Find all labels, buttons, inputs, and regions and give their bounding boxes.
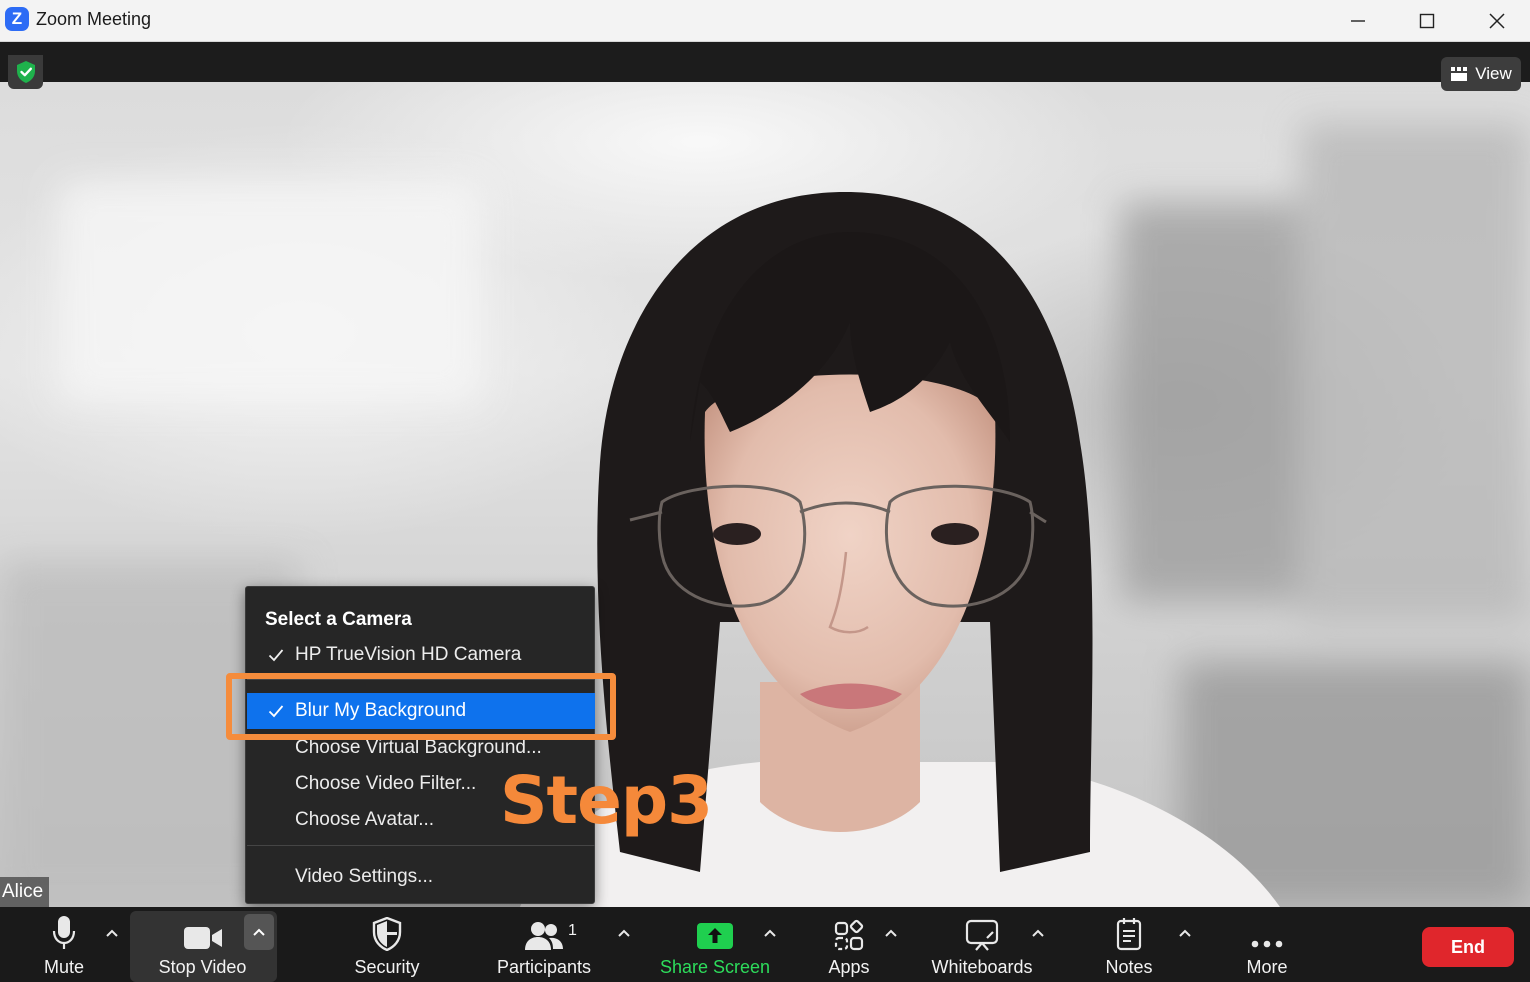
chevron-up-icon xyxy=(1032,929,1044,937)
menu-divider xyxy=(247,845,595,846)
share-screen-button[interactable]: Share Screen xyxy=(655,907,775,982)
security-shield-icon xyxy=(372,917,402,951)
meeting-header xyxy=(0,42,1530,82)
gallery-grid-icon xyxy=(1451,67,1468,81)
menu-item-camera[interactable]: HP TrueVision HD Camera xyxy=(247,637,595,673)
view-button[interactable]: View xyxy=(1441,57,1521,91)
menu-heading: Select a Camera xyxy=(265,609,412,630)
notes-button[interactable]: Notes xyxy=(1097,907,1161,982)
maximize-icon xyxy=(1419,13,1435,29)
stop-video-label: Stop Video xyxy=(158,957,247,977)
chevron-up-icon xyxy=(618,929,630,937)
stop-video-button[interactable]: Stop Video xyxy=(145,907,260,982)
participant-name-tag: Alice xyxy=(0,877,50,907)
menu-item-label: Choose Video Filter... xyxy=(295,773,477,794)
shield-check-icon xyxy=(16,61,35,83)
annotation-step-label: Step3 xyxy=(500,762,713,839)
close-icon xyxy=(1489,13,1505,29)
whiteboards-label: Whiteboards xyxy=(931,957,1033,977)
apps-label: Apps xyxy=(828,957,870,977)
share-options-caret[interactable] xyxy=(758,920,782,946)
more-dots-icon xyxy=(1251,940,1283,948)
more-button[interactable]: More xyxy=(1237,907,1297,982)
maximize-button[interactable] xyxy=(1392,0,1462,42)
participants-options-caret[interactable] xyxy=(612,920,636,946)
minimize-button[interactable] xyxy=(1323,0,1393,42)
chevron-up-icon xyxy=(885,929,897,937)
check-icon xyxy=(268,637,286,673)
chevron-up-icon xyxy=(764,929,776,937)
notes-icon xyxy=(1116,918,1142,951)
mute-button[interactable]: Mute xyxy=(26,907,102,982)
security-button[interactable]: Security xyxy=(345,907,429,982)
notes-label: Notes xyxy=(1105,957,1153,977)
menu-item-label: Choose Virtual Background... xyxy=(295,737,542,758)
chevron-up-icon xyxy=(253,928,265,936)
more-label: More xyxy=(1246,957,1288,977)
video-options-caret[interactable] xyxy=(244,914,274,950)
participants-icon xyxy=(525,922,563,950)
microphone-icon xyxy=(52,916,76,949)
menu-item-label: HP TrueVision HD Camera xyxy=(295,644,522,665)
mute-label: Mute xyxy=(43,957,85,977)
whiteboards-button[interactable]: Whiteboards xyxy=(923,907,1041,982)
chevron-up-icon xyxy=(1179,929,1191,937)
participants-label: Participants xyxy=(496,957,592,977)
menu-item-video-settings[interactable]: Video Settings... xyxy=(247,859,595,895)
zoom-app-icon: Z xyxy=(5,7,29,31)
whiteboards-options-caret[interactable] xyxy=(1026,920,1050,946)
title-bar: Z Zoom Meeting xyxy=(0,0,1530,42)
apps-options-caret[interactable] xyxy=(879,920,903,946)
notes-options-caret[interactable] xyxy=(1173,920,1197,946)
menu-item-label: Choose Avatar... xyxy=(295,809,435,830)
share-screen-label: Share Screen xyxy=(659,957,771,977)
video-feed xyxy=(0,82,1530,907)
minimize-icon xyxy=(1351,20,1365,22)
end-meeting-button[interactable]: End xyxy=(1422,927,1514,967)
camera-menu: Select a Camera HP TrueVision HD Camera … xyxy=(245,586,595,904)
zoom-window: Z Zoom Meeting View Alice Select a Camer… xyxy=(0,0,1530,982)
security-label: Security xyxy=(354,957,420,977)
annotation-highlight-box xyxy=(226,673,616,740)
encryption-badge[interactable] xyxy=(8,55,43,89)
view-label: View xyxy=(1475,64,1512,83)
video-camera-icon xyxy=(183,927,222,949)
whiteboard-icon xyxy=(965,919,999,951)
close-button[interactable] xyxy=(1462,0,1530,42)
window-title: Zoom Meeting xyxy=(36,9,152,29)
participants-count-badge: 1 xyxy=(568,922,577,939)
share-screen-icon xyxy=(697,923,733,949)
apps-button[interactable]: Apps xyxy=(818,907,880,982)
menu-item-label: Video Settings... xyxy=(295,866,434,887)
participant-video-image xyxy=(0,122,1530,907)
chevron-up-icon xyxy=(106,929,118,937)
participants-button[interactable]: Participants xyxy=(490,907,598,982)
apps-icon xyxy=(834,919,864,951)
audio-options-caret[interactable] xyxy=(100,920,124,946)
